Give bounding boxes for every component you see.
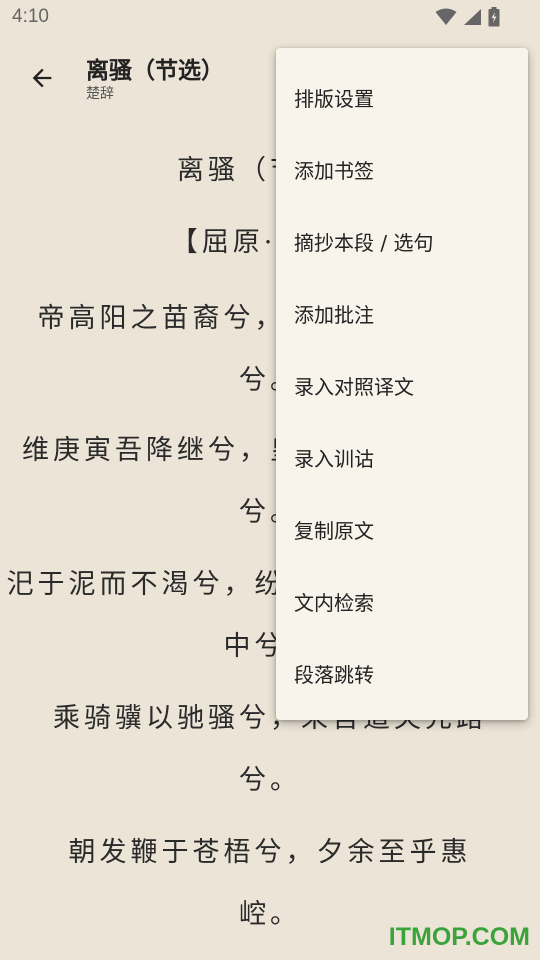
back-button[interactable] [18, 56, 66, 100]
menu-item-excerpt[interactable]: 摘抄本段 / 选句 [276, 205, 528, 277]
cellular-signal-icon [464, 9, 481, 25]
menu-item-copy-text[interactable]: 复制原文 [276, 493, 528, 565]
page-subtitle: 楚辞 [86, 86, 114, 102]
text-line: 兮。 [239, 765, 301, 796]
page-title: 离骚（节选） [86, 58, 224, 84]
menu-item-layout-settings[interactable]: 排版设置 [276, 61, 528, 133]
arrow-back-icon [32, 68, 52, 88]
menu-item-search-text[interactable]: 文内检索 [276, 565, 528, 637]
overflow-menu: 排版设置 添加书签 摘抄本段 / 选句 添加批注 录入对照译文 录入训诂 复制原… [276, 48, 528, 720]
wifi-icon [435, 8, 457, 25]
menu-item-add-annotation[interactable]: 添加批注 [276, 277, 528, 349]
menu-item-add-bookmark[interactable]: 添加书签 [276, 133, 528, 205]
status-time: 4:10 [12, 6, 49, 27]
status-bar: 4:10 [0, 0, 540, 36]
battery-charging-icon [488, 7, 500, 27]
menu-item-input-translation[interactable]: 录入对照译文 [276, 349, 528, 421]
menu-item-jump-paragraph[interactable]: 段落跳转 [276, 637, 528, 709]
menu-item-input-gloss[interactable]: 录入训诂 [276, 421, 528, 493]
status-icons [435, 7, 500, 27]
text-line: 朝发鞭于苍梧兮，夕余至乎惠 [68, 837, 472, 868]
watermark: ITMOP.COM [388, 923, 530, 951]
